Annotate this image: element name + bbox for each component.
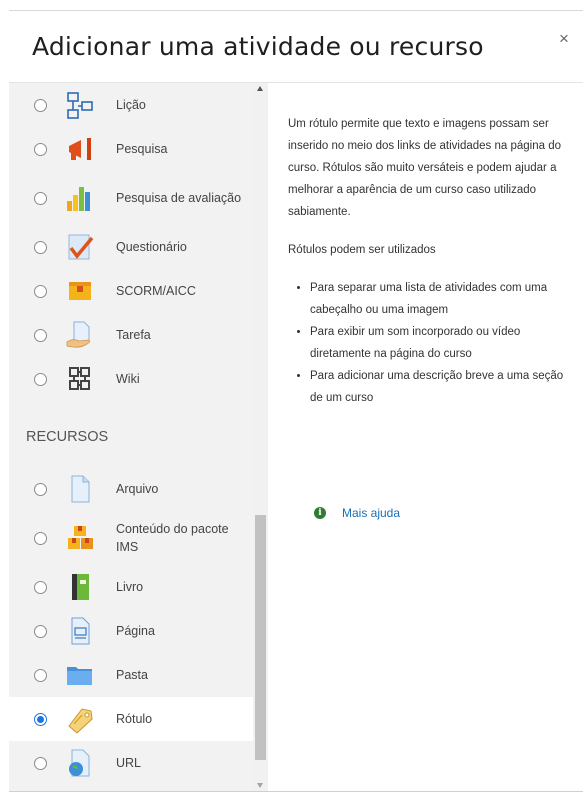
radio-wiki[interactable] <box>34 372 47 386</box>
option-label: Lição <box>116 98 146 112</box>
feedback-chart-icon <box>67 187 90 211</box>
module-chooser-list[interactable]: Lição Pesquisa Pesquisa de avaliação Que… <box>9 83 268 791</box>
option-label: Página <box>116 624 155 638</box>
radio-licao[interactable] <box>34 98 47 112</box>
wiki-icon <box>69 367 90 390</box>
option-rotulo[interactable]: Rótulo <box>9 697 253 741</box>
scroll-up-arrow-icon[interactable] <box>257 86 263 91</box>
option-conteudo-pacote-ims[interactable]: Conteúdo do pacote IMS <box>9 511 253 565</box>
option-url[interactable]: URL <box>9 741 253 785</box>
bullet-item: Para separar uma lista de atividades com… <box>310 277 576 321</box>
option-pagina[interactable]: Página <box>9 609 253 653</box>
radio-scorm-aicc[interactable] <box>34 284 47 298</box>
radio-url[interactable] <box>34 756 47 770</box>
label-tag-icon <box>68 708 93 734</box>
list-scrollbar[interactable] <box>253 83 268 791</box>
radio-tarefa[interactable] <box>34 328 47 342</box>
url-globe-icon <box>69 749 90 777</box>
ims-package-icon <box>68 526 93 549</box>
radio-pasta[interactable] <box>34 668 47 682</box>
section-heading-recursos: RECURSOS <box>26 429 109 445</box>
radio-pagina[interactable] <box>34 624 47 638</box>
radio-rotulo[interactable] <box>34 712 47 726</box>
description-paragraph: Rótulos podem ser utilizados <box>288 244 436 256</box>
option-label: Pesquisa <box>116 142 168 156</box>
module-description: Um rótulo permite que texto e imagens po… <box>288 113 576 409</box>
option-label: Rótulo <box>116 712 153 726</box>
folder-icon <box>67 667 92 685</box>
radio-questionario[interactable] <box>34 240 47 254</box>
option-licao[interactable]: Lição <box>9 83 253 127</box>
option-scorm-aicc[interactable]: SCORM/AICC <box>9 269 253 313</box>
option-label: Arquivo <box>116 482 159 496</box>
option-label: Pesquisa de avaliação <box>116 191 242 205</box>
file-icon <box>71 475 90 503</box>
option-arquivo[interactable]: Arquivo <box>9 467 253 511</box>
description-bullet-list: Para separar uma lista de atividades com… <box>288 277 576 409</box>
info-icon: i <box>314 507 326 519</box>
radio-pesquisa[interactable] <box>34 142 47 156</box>
option-tarefa[interactable]: Tarefa <box>9 313 253 357</box>
option-label: Pasta <box>116 668 148 682</box>
dialog-title: Adicionar uma atividade ou recurso <box>32 32 484 61</box>
option-label: Tarefa <box>116 328 151 342</box>
radio-livro[interactable] <box>34 580 47 594</box>
option-label: URL <box>116 756 142 770</box>
survey-megaphone-icon <box>69 138 91 160</box>
option-questionario[interactable]: Questionário <box>9 225 253 269</box>
option-livro[interactable]: Livro <box>9 565 253 609</box>
radio-pesquisa-de-avaliacao[interactable] <box>34 191 47 205</box>
quiz-check-icon <box>68 234 94 260</box>
option-label: Conteúdo do pacote IMS <box>116 522 229 554</box>
option-label: SCORM/AICC <box>116 284 196 298</box>
lesson-icon <box>67 92 93 119</box>
scroll-down-arrow-icon[interactable] <box>257 783 263 788</box>
option-label: Livro <box>116 580 144 594</box>
option-label: Questionário <box>116 240 187 254</box>
bullet-item: Para exibir um som incorporado ou vídeo … <box>310 321 576 365</box>
description-paragraph: Um rótulo permite que texto e imagens po… <box>288 118 561 218</box>
scorm-package-icon <box>69 282 91 300</box>
option-wiki[interactable]: Wiki <box>9 357 253 401</box>
book-icon <box>72 574 89 600</box>
scroll-thumb[interactable] <box>255 515 266 760</box>
option-pasta[interactable]: Pasta <box>9 653 253 697</box>
assignment-hand-icon <box>66 321 91 348</box>
option-pesquisa-de-avaliacao[interactable]: Pesquisa de avaliação <box>9 171 253 225</box>
more-help-text[interactable]: Mais ajuda <box>342 506 400 520</box>
radio-conteudo-pacote-ims[interactable] <box>34 531 47 545</box>
option-label: Wiki <box>116 372 140 386</box>
more-help-link[interactable]: i Mais ajuda <box>314 506 400 520</box>
option-pesquisa[interactable]: Pesquisa <box>9 127 253 171</box>
bullet-item: Para adicionar uma descrição breve a uma… <box>310 365 576 409</box>
top-rule <box>9 10 583 11</box>
page-icon <box>71 617 90 645</box>
close-button[interactable]: × <box>555 30 573 48</box>
radio-arquivo[interactable] <box>34 482 47 496</box>
